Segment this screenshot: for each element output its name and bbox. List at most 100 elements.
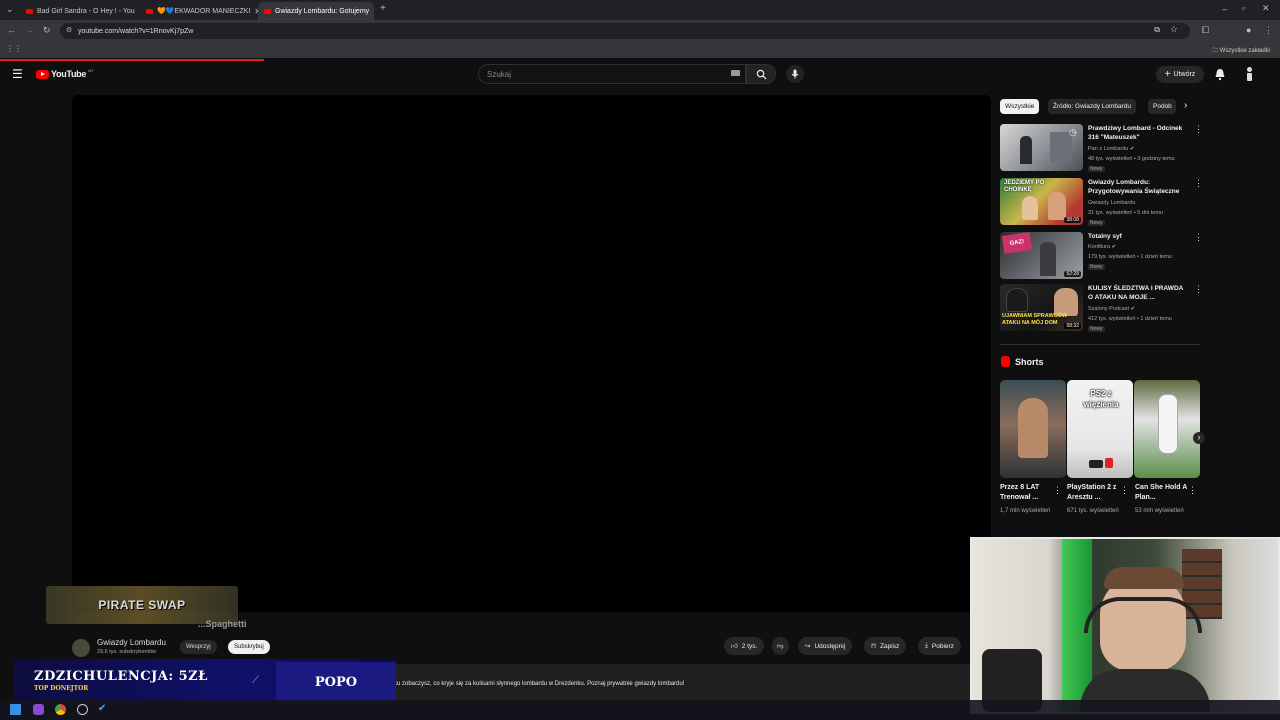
donation-subtitle: TOP DONEJTOR xyxy=(34,685,89,692)
support-button[interactable]: Wesprzyj xyxy=(180,640,217,654)
close-window-icon[interactable]: ✕ xyxy=(1262,3,1270,14)
short-views: 53 mln wyświetleń xyxy=(1135,508,1184,514)
video-thumbnail[interactable]: JEDZIEMY PO CHOINKĘ 38:08 xyxy=(1000,178,1083,225)
short-overlay-text: PS2 z więzienia xyxy=(1083,389,1119,409)
tab-close-icon[interactable]: ✕ xyxy=(135,7,138,16)
thumb-figure xyxy=(1018,398,1048,458)
more-options-icon[interactable]: ⋮ xyxy=(1188,485,1197,496)
chip-similar[interactable]: Podob xyxy=(1148,99,1176,114)
tab-title: Bad Girl Sandra - O Hey ! - You xyxy=(37,7,135,15)
youtube-play-logo-icon xyxy=(36,69,49,79)
short-title[interactable]: PlayStation 2 z Aresztu ... xyxy=(1067,483,1123,503)
search-input[interactable]: Szukaj xyxy=(478,64,746,84)
address-bar[interactable]: ⚙ youtube.com/watch?v=1RnovKj7pZw ⧉ ☆ xyxy=(60,23,1190,39)
shorts-logo-icon xyxy=(1001,356,1010,367)
minimize-icon[interactable]: – xyxy=(1222,4,1227,14)
channel-name[interactable]: Gwiazdy Lombardu xyxy=(97,638,166,647)
check-icon[interactable]: ✔ xyxy=(98,703,106,714)
video-player[interactable] xyxy=(72,95,991,612)
video-thumbnail[interactable]: ◷ xyxy=(1000,124,1083,171)
extensions-icon[interactable]: ⧠ xyxy=(1202,25,1209,36)
tab-search-icon[interactable]: ⌄ xyxy=(6,4,14,15)
chrome-icon[interactable] xyxy=(55,704,66,715)
more-options-icon[interactable]: ⋮ xyxy=(1120,485,1129,496)
tab-close-icon[interactable]: ✕ xyxy=(369,7,374,16)
channel-avatar[interactable] xyxy=(72,639,90,657)
site-info-icon[interactable]: ⚙ xyxy=(66,26,72,34)
video-title[interactable]: KULISY ŚLEDZTWA I PRAWDA O ATAKU NA MOJE… xyxy=(1088,284,1188,302)
like-button[interactable]: 👍︎ 2 tys. xyxy=(724,637,765,655)
channel-name[interactable]: Gwiazdy Lombardu xyxy=(1088,200,1135,206)
short-thumbnail[interactable]: PS2 z więzienia xyxy=(1067,380,1133,478)
search-button[interactable] xyxy=(746,64,776,84)
browser-tab-bar: ⌄ Bad Girl Sandra - O Hey ! - You ✕ 🧡💙EK… xyxy=(0,0,1280,20)
watch-later-clock-icon[interactable]: ◷ xyxy=(1069,127,1077,138)
shorts-next-icon[interactable]: › xyxy=(1193,432,1205,444)
create-label: Utwórz xyxy=(1173,71,1196,78)
video-thumbnail[interactable]: GAZ! 52:28 xyxy=(1000,232,1083,279)
thumb-box xyxy=(1105,458,1113,468)
avatar[interactable] xyxy=(1243,67,1256,81)
chip-source[interactable]: Źródło: Gwiazdy Lombardu xyxy=(1048,99,1137,114)
video-duration: 38:08 xyxy=(1064,217,1081,223)
tab-close-icon[interactable]: ✕ xyxy=(250,7,258,16)
voice-search-button[interactable] xyxy=(786,65,804,83)
video-title[interactable]: Prawdziwy Lombard - Odcinek 316 "Mateusz… xyxy=(1088,124,1188,142)
channel-name[interactable]: Konfitura xyxy=(1088,244,1110,250)
short-thumbnail[interactable] xyxy=(1134,380,1200,478)
short-title[interactable]: Can She Hold A Plan... xyxy=(1135,483,1191,503)
browser-tab-3[interactable]: Gwiazdy Lombardu: Gotujemy ✕ xyxy=(258,2,374,20)
app-icon[interactable] xyxy=(33,704,44,715)
subscribe-button[interactable]: Subskrybuj xyxy=(228,640,270,654)
recommendation-item[interactable]: JEDZIEMY PO CHOINKĘ 38:08 Gwiazdy Lombar… xyxy=(1000,178,1203,228)
notifications-bell-icon[interactable] xyxy=(1214,68,1226,81)
more-options-icon[interactable]: ⋮ xyxy=(1053,485,1062,496)
channel-name[interactable]: Szalony Podcast xyxy=(1088,306,1129,312)
hamburger-menu-icon[interactable]: ☰ xyxy=(12,67,23,81)
donor-name-box: POPO xyxy=(276,662,396,702)
bookmark-star-icon[interactable]: ☆ xyxy=(1170,24,1178,35)
back-icon[interactable]: ← xyxy=(7,25,16,35)
download-button[interactable]: ⤓ Pobierz xyxy=(918,637,961,655)
more-options-icon[interactable]: ⋮ xyxy=(1194,232,1203,243)
more-options-icon[interactable]: ⋮ xyxy=(1194,284,1203,295)
new-tab-icon[interactable]: + xyxy=(380,3,386,14)
chevron-right-icon[interactable]: › xyxy=(1184,100,1187,111)
share-button[interactable]: ↪ Udostępnij xyxy=(798,637,853,655)
cast-icon[interactable]: ⧉ xyxy=(1154,25,1160,35)
create-button[interactable]: + Utwórz xyxy=(1156,66,1204,83)
video-title[interactable]: Gwiazdy Lombardu: Przygotowywania Świąte… xyxy=(1088,178,1188,196)
short-title[interactable]: Przez 8 LAT Trenował ... xyxy=(1000,483,1056,503)
dislike-button[interactable]: 👎︎ xyxy=(772,637,789,655)
obs-icon[interactable] xyxy=(77,704,88,715)
headphones xyxy=(1084,597,1202,633)
channel-name[interactable]: Pan z Lombardu xyxy=(1088,146,1128,152)
maximize-icon[interactable]: ▫ xyxy=(1242,3,1245,13)
search-placeholder: Szukaj xyxy=(487,69,512,79)
short-views: 1,7 mln wyświetleń xyxy=(1000,508,1051,514)
recommendation-item[interactable]: UJAWNIAM SPRAWCÓW ATAKU NA MÓJ DOM 58:32… xyxy=(1000,284,1203,334)
apps-icon[interactable]: ⋮⋮ xyxy=(6,44,22,53)
forward-icon[interactable]: → xyxy=(25,25,34,35)
youtube-logo[interactable]: YouTube MT xyxy=(36,68,94,79)
profile-icon[interactable]: ● xyxy=(1246,25,1251,35)
recommendation-item[interactable]: GAZ! 52:28 Totalny syf Konfitura ✔ 179 t… xyxy=(1000,232,1203,282)
divider xyxy=(1000,344,1200,345)
start-menu-icon[interactable] xyxy=(10,704,21,715)
youtube-favicon-icon xyxy=(264,8,271,14)
browser-tab-1[interactable]: Bad Girl Sandra - O Hey ! - You ✕ xyxy=(20,2,138,20)
keyboard-icon[interactable] xyxy=(731,70,740,76)
video-meta: 412 tys. wyświetleń • 1 dzień temu xyxy=(1088,316,1172,322)
recommendation-item[interactable]: ◷ Prawdziwy Lombard - Odcinek 316 "Mateu… xyxy=(1000,124,1203,174)
more-options-icon[interactable]: ⋮ xyxy=(1194,124,1203,135)
save-button[interactable]: ⊓ Zapisz xyxy=(864,637,907,655)
browser-tab-2[interactable]: 🧡💙EKWADOR MANIECZKI ✕ xyxy=(140,2,258,20)
short-thumbnail[interactable] xyxy=(1000,380,1066,478)
browser-menu-icon[interactable]: ⋮ xyxy=(1264,25,1273,36)
reload-icon[interactable]: ↻ xyxy=(43,25,51,36)
video-thumbnail[interactable]: UJAWNIAM SPRAWCÓW ATAKU NA MÓJ DOM 58:32 xyxy=(1000,284,1083,331)
chip-all[interactable]: Wszystkie xyxy=(1000,99,1040,114)
more-options-icon[interactable]: ⋮ xyxy=(1194,178,1203,189)
video-title[interactable]: Totalny syf xyxy=(1088,232,1188,241)
all-bookmarks-folder[interactable]: 🗀 Wszystkie zakładki xyxy=(1212,46,1270,56)
